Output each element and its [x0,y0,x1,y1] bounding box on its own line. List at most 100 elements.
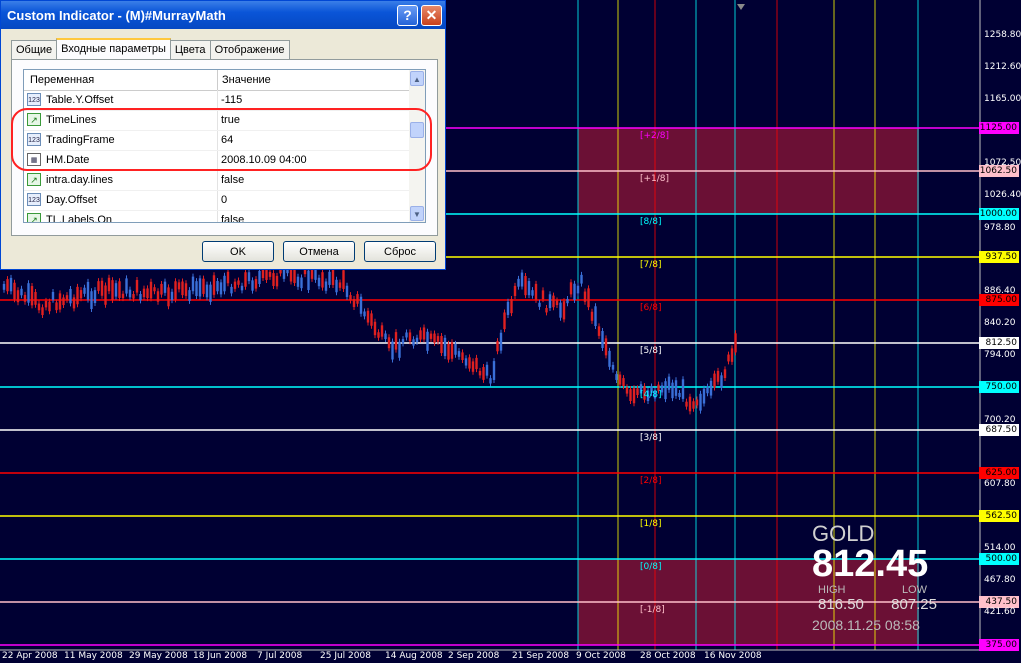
candle-body [433,333,436,343]
candle-body [366,310,370,323]
candle-body [118,281,121,298]
price-axis-label: 1165.00 [984,94,1021,104]
candle-body [58,293,62,310]
murray-level-label: [5/8] [640,346,662,356]
candle-body [212,275,216,295]
candle-body [415,337,419,342]
candle-body [177,282,181,290]
murray-level-label: [8/8] [640,217,662,227]
candle-body [62,297,65,306]
date-axis-label: 7 Jul 2008 [257,651,303,661]
candle-body [699,393,702,411]
dialog-title: Custom Indicator - (M)#MurrayMath [7,7,226,23]
parameter-row[interactable]: ↗ intra.day.lines false [24,170,410,191]
candle-body [692,401,695,409]
candle-body [321,272,324,288]
candle-body [412,339,415,346]
candle-body [632,388,636,404]
candle-body [541,290,545,300]
number-type-icon: 123 [27,193,41,206]
candle-body [93,290,97,304]
tab-general[interactable]: Общие [11,40,58,60]
parameter-row[interactable]: ↗ TL.Labels.On false [24,210,410,222]
parameter-value[interactable]: -115 [221,94,242,106]
candle-body [734,333,737,353]
candle-body [300,277,303,289]
close-button[interactable]: ✕ [421,4,442,26]
parameter-value[interactable]: 0 [221,194,227,206]
candle-body [499,332,503,351]
candle-body [226,271,230,284]
candle-body [268,271,272,277]
candle-body [275,275,279,287]
candle-body [405,332,408,338]
candle-body [30,286,34,306]
candle-body [667,376,671,390]
candle-body [373,321,377,336]
tab-colors[interactable]: Цвета [169,40,211,60]
candle-body [184,283,188,296]
candle-body [254,279,258,289]
date-axis-label: 18 Jun 2008 [193,651,248,661]
level-price-label: 687.50 [979,424,1019,436]
murray-level-label: [+1/8] [640,174,670,184]
candle-body [471,361,475,372]
date-axis-label: 25 Jul 2008 [320,651,371,661]
candle-body [573,283,576,301]
candle-body [545,308,548,313]
parameter-value[interactable]: false [221,174,244,186]
candle-body [20,288,23,296]
date-axis-label: 11 May 2008 [64,651,123,661]
parameter-row[interactable]: 123 Day.Offset 0 [24,190,410,211]
candle-body [384,333,387,340]
candle-body [531,290,534,296]
candle-body [219,282,223,295]
column-variable[interactable]: Переменная [30,74,94,86]
candle-body [237,280,240,285]
boolean-type-icon: ↗ [27,173,41,186]
candle-body [363,311,366,317]
candle-body [559,302,562,318]
price-axis-label: 700.20 [984,415,1016,425]
candle-body [713,373,716,388]
murray-level-label: [+2/8] [640,131,670,141]
candle-body [709,380,713,396]
parameter-value[interactable]: false [221,214,244,222]
reset-button[interactable]: Сброс [364,241,436,262]
candle-body [534,283,538,300]
tab-visualization[interactable]: Отображение [209,40,290,60]
date-axis-label: 14 Aug 2008 [385,651,443,661]
candle-body [51,291,55,300]
candle-body [335,279,338,293]
parameter-name: intra.day.lines [46,174,114,186]
candle-body [153,287,156,292]
candle-body [520,272,524,287]
murray-level-label: [-1/8] [640,605,665,615]
candle-body [310,269,314,279]
candle-body [125,278,128,294]
scroll-up-arrow-icon[interactable]: ▲ [410,71,424,86]
candle-body [674,380,678,396]
help-button[interactable]: ? [397,4,418,26]
column-value[interactable]: Значение [222,74,271,86]
level-price-label: 1125.00 [979,122,1019,134]
candle-body [548,294,552,309]
candle-body [338,282,342,288]
candle-body [76,286,79,305]
candle-body [517,278,520,287]
candle-body [688,396,692,412]
candle-body [317,277,321,287]
candle-body [331,267,335,285]
ok-button[interactable]: OK [202,241,274,262]
highlight-annotation [11,108,432,171]
candle-body [664,381,667,400]
cancel-button[interactable]: Отмена [283,241,355,262]
dialog-titlebar[interactable]: Custom Indicator - (M)#MurrayMath ? ✕ [1,1,445,29]
candle-body [209,284,212,302]
scroll-down-arrow-icon[interactable]: ▼ [410,206,424,221]
price-axis-label: 978.80 [984,223,1016,233]
level-price-label: 500.00 [979,553,1019,565]
candle-body [461,352,464,360]
candle-body [216,281,219,292]
candle-body [48,301,51,312]
